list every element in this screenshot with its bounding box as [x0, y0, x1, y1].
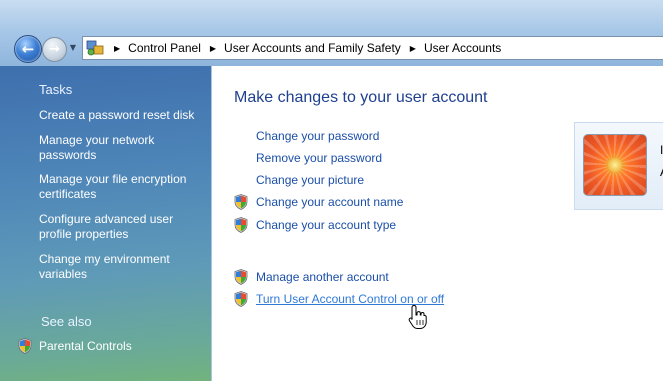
- breadcrumb-control-panel[interactable]: Control Panel: [128, 41, 201, 55]
- breadcrumb-user-accounts-family-safety[interactable]: User Accounts and Family Safety: [224, 41, 401, 55]
- flower-center: [608, 158, 622, 172]
- page-title: Make changes to your user account: [234, 89, 488, 106]
- task-change-environment-variables[interactable]: Change my environment variables: [39, 252, 204, 282]
- back-button[interactable]: ←: [14, 35, 42, 63]
- back-arrow-icon: ←: [21, 40, 35, 58]
- task-create-password-reset-disk[interactable]: Create a password reset disk: [39, 108, 204, 123]
- forward-button[interactable]: →: [42, 37, 67, 62]
- shield-icon: [234, 194, 248, 210]
- shield-icon: [234, 269, 248, 285]
- task-manage-file-encryption-certificates[interactable]: Manage your file encryption certificates: [39, 172, 204, 202]
- link-change-password[interactable]: Change your password: [256, 129, 379, 143]
- link-remove-password[interactable]: Remove your password: [256, 151, 382, 165]
- forward-arrow-icon: →: [49, 42, 60, 57]
- see-also-parental-controls[interactable]: Parental Controls: [39, 339, 204, 354]
- navigation-bar: ← → ▼ ▶ Control Panel ▶ User Accounts an…: [0, 0, 663, 66]
- link-change-account-type[interactable]: Change your account type: [256, 218, 396, 232]
- account-picture[interactable]: [583, 134, 647, 196]
- shield-icon: [18, 338, 32, 354]
- breadcrumb-separator[interactable]: ▶: [114, 44, 120, 53]
- breadcrumb-separator[interactable]: ▶: [410, 44, 416, 53]
- task-pane: Tasks Create a password reset disk Manag…: [0, 66, 212, 381]
- breadcrumb-separator[interactable]: ▶: [210, 44, 216, 53]
- breadcrumb-user-accounts[interactable]: User Accounts: [424, 41, 501, 55]
- tasks-heading: Tasks: [39, 82, 73, 97]
- link-change-picture[interactable]: Change your picture: [256, 173, 364, 187]
- link-manage-another-account[interactable]: Manage another account: [256, 270, 389, 284]
- control-panel-icon: [86, 40, 104, 56]
- shield-icon: [234, 217, 248, 233]
- link-change-account-name[interactable]: Change your account name: [256, 195, 403, 209]
- hand-cursor-icon: [408, 304, 427, 329]
- address-bar[interactable]: ▶ Control Panel ▶ User Accounts and Fami…: [82, 36, 663, 60]
- see-also-heading: See also: [41, 314, 92, 329]
- task-manage-network-passwords[interactable]: Manage your network passwords: [39, 133, 204, 163]
- shield-icon: [234, 291, 248, 307]
- recent-pages-dropdown[interactable]: ▼: [68, 42, 78, 54]
- task-configure-advanced-profile[interactable]: Configure advanced user profile properti…: [39, 212, 204, 242]
